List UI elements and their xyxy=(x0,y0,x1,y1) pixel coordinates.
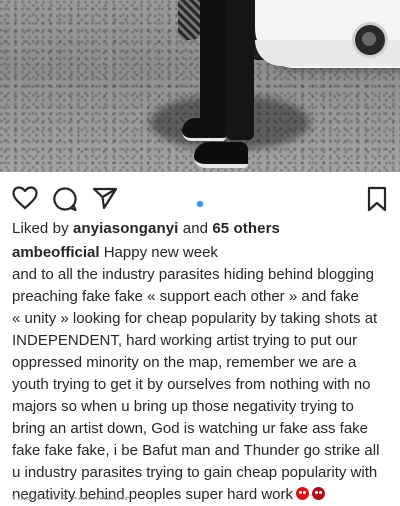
photo-shoe-left xyxy=(182,118,226,141)
carousel-dot-icon xyxy=(196,195,204,213)
likes-line: Liked by anyiasonganyi and 65 others xyxy=(12,220,280,237)
heart-icon[interactable] xyxy=(12,186,38,215)
caption-line: majors so when u bring up those negativi… xyxy=(12,398,354,415)
caption-line: bring an artist down, God is watching ur… xyxy=(12,420,369,437)
view-comments-link[interactable]: View all 5 comments xyxy=(12,492,131,500)
post-caption: ambeofficial Happy new week and to all t… xyxy=(12,242,396,506)
red-monster-emoji xyxy=(312,487,326,500)
bookmark-icon[interactable] xyxy=(366,186,388,217)
photo-bag xyxy=(178,0,200,40)
red-devil-emoji xyxy=(296,487,310,500)
caption-username[interactable]: ambeofficial xyxy=(12,244,100,261)
send-icon[interactable] xyxy=(92,186,118,215)
caption-line: INDEPENDENT, hard working artist trying … xyxy=(12,332,358,349)
likes-others-link[interactable]: 65 others xyxy=(212,220,280,237)
caption-line: u industry parasites trying to gain chea… xyxy=(12,464,378,481)
photo-person-leg-right xyxy=(226,0,254,140)
photo-shoe-right xyxy=(194,142,248,168)
post-photo[interactable] xyxy=(0,0,400,172)
caption-line: fake fake fake, i be Bafut man and Thund… xyxy=(12,442,380,459)
liked-by-and: and xyxy=(182,220,209,237)
caption-line: Happy new week xyxy=(103,244,218,261)
comment-icon[interactable] xyxy=(52,186,78,217)
caption-line: youth trying to get it by ourselves from… xyxy=(12,376,371,393)
liked-by-user-link[interactable]: anyiasonganyi xyxy=(73,220,179,237)
caption-line: preaching fake fake « support each other… xyxy=(12,288,359,305)
photo-fog-light-inner xyxy=(362,32,376,46)
caption-line: and to all the industry parasites hiding… xyxy=(12,266,374,283)
caption-line: « unity » looking for cheap popularity b… xyxy=(12,310,378,327)
caption-line: oppressed minority on the map, remember … xyxy=(12,354,357,371)
liked-by-prefix: Liked by xyxy=(12,220,69,237)
